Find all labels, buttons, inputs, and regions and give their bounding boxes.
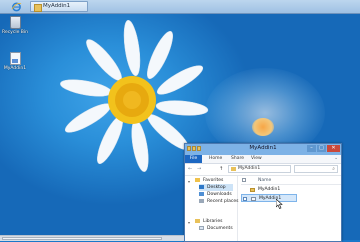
window-controls: – □ ✕ bbox=[307, 145, 340, 153]
expand-ribbon-icon[interactable]: ⌄ bbox=[334, 155, 338, 163]
internet-explorer-icon bbox=[11, 2, 22, 12]
documents-icon bbox=[199, 225, 204, 230]
tab-file[interactable]: File bbox=[185, 155, 202, 163]
sidebar-item-label: Favorites bbox=[203, 178, 224, 183]
window-titlebar[interactable]: MyAddin1 – □ ✕ bbox=[185, 144, 341, 155]
sidebar-item-label: Recent places bbox=[207, 199, 239, 204]
tab-share[interactable]: Share bbox=[231, 155, 244, 163]
mouse-cursor-icon bbox=[276, 199, 283, 209]
sidebar-item-libraries[interactable]: Libraries bbox=[195, 218, 222, 225]
taskbar-explorer-button[interactable]: MyAddin1 bbox=[30, 1, 88, 12]
search-icon: ⌕ bbox=[332, 166, 335, 172]
tab-view[interactable]: View bbox=[251, 155, 262, 163]
list-item-selected[interactable]: MyAddin1 bbox=[241, 194, 297, 202]
horizontal-scrollbar[interactable] bbox=[0, 235, 184, 241]
blurred-flower-center bbox=[252, 118, 274, 136]
address-bar[interactable]: MyAddin1 bbox=[228, 165, 291, 173]
ribbon-tabs: File Home Share View ⌄ bbox=[185, 155, 341, 164]
tab-home[interactable]: Home bbox=[209, 155, 222, 163]
desktop-icon bbox=[199, 184, 204, 189]
search-input[interactable]: ⌕ bbox=[294, 165, 338, 173]
address-toolbar: ← → ↑ MyAddin1 ⌕ bbox=[185, 164, 341, 176]
sidebar-item-label: Libraries bbox=[203, 219, 223, 224]
address-text: MyAddin1 bbox=[238, 166, 261, 171]
up-button[interactable]: ↑ bbox=[219, 166, 223, 172]
folder-icon bbox=[250, 188, 255, 192]
sidebar-item-label: Documents bbox=[207, 226, 233, 231]
sidebar-item-downloads[interactable]: Downloads bbox=[199, 191, 232, 198]
close-button[interactable]: ✕ bbox=[327, 145, 340, 152]
sidebar-item-desktop[interactable]: Desktop bbox=[199, 184, 233, 191]
libraries-icon bbox=[195, 218, 200, 223]
navigation-pane: ▾ Favorites Desktop Downloads Recent pla… bbox=[185, 176, 238, 241]
folder-icon bbox=[34, 4, 42, 12]
collapse-icon[interactable]: ▾ bbox=[188, 179, 190, 184]
desktop-icon-label: MyAddin1 bbox=[3, 66, 27, 71]
minimize-button[interactable]: – bbox=[307, 145, 316, 152]
taskbar-internet-explorer-button[interactable] bbox=[10, 1, 23, 12]
taskbar: MyAddin1 bbox=[0, 0, 360, 14]
column-header-name[interactable]: Name bbox=[258, 177, 271, 184]
sidebar-item-recent-places[interactable]: Recent places bbox=[199, 198, 238, 205]
column-header: Name bbox=[241, 177, 341, 185]
document-icon bbox=[9, 52, 21, 65]
file-name: MyAddin1 bbox=[258, 187, 281, 192]
back-button[interactable]: ← bbox=[188, 166, 192, 172]
sidebar-item-documents[interactable]: Documents bbox=[199, 225, 233, 232]
sidebar-item-label: Downloads bbox=[207, 192, 232, 197]
select-all-checkbox[interactable] bbox=[242, 178, 246, 182]
star-icon bbox=[195, 177, 200, 182]
item-checkbox[interactable] bbox=[243, 197, 247, 201]
collapse-icon[interactable]: ▾ bbox=[188, 220, 190, 225]
recent-places-icon bbox=[199, 198, 204, 203]
desktop-icon-recycle-bin[interactable]: Recycle Bin bbox=[2, 16, 28, 35]
folder-icon bbox=[231, 167, 236, 171]
file-explorer-window: MyAddin1 – □ ✕ File Home Share View ⌄ ← … bbox=[184, 143, 342, 242]
sidebar-item-favorites[interactable]: Favorites bbox=[195, 177, 223, 184]
list-item[interactable]: MyAddin1 bbox=[241, 186, 341, 194]
taskbar-app-label: MyAddin1 bbox=[43, 3, 71, 9]
maximize-button[interactable]: □ bbox=[317, 145, 326, 152]
downloads-icon bbox=[199, 191, 204, 196]
desktop-icon-label: Recycle Bin bbox=[2, 30, 28, 35]
document-icon bbox=[251, 197, 256, 201]
sidebar-item-label: Desktop bbox=[207, 185, 226, 190]
file-list: Name MyAddin1 MyAddin1 bbox=[241, 176, 341, 241]
forward-button[interactable]: → bbox=[197, 166, 201, 172]
recycle-bin-icon bbox=[9, 16, 21, 29]
desktop-icon-myaddin1[interactable]: MyAddin1 bbox=[2, 52, 28, 71]
